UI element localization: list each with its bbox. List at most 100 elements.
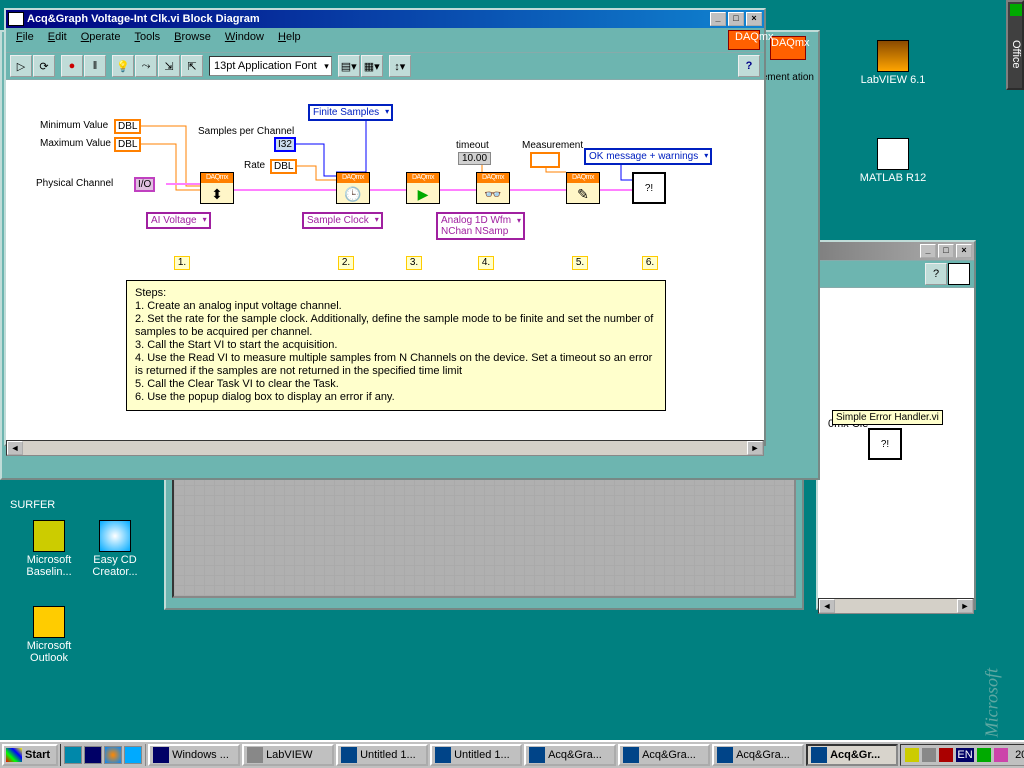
maximize-button[interactable]: □ — [938, 244, 954, 258]
tray-icon-1[interactable] — [905, 748, 919, 762]
labview-icon — [877, 40, 909, 72]
taskbtn-acq3[interactable]: Acq&Gra... — [712, 744, 804, 766]
abort-button[interactable]: ● — [61, 55, 83, 77]
step-marker-1: 1. — [174, 256, 190, 270]
step-marker-5: 5. — [572, 256, 588, 270]
taskbtn-acq1[interactable]: Acq&Gra... — [524, 744, 616, 766]
vi-icon — [811, 747, 827, 763]
menu-tools[interactable]: Tools — [128, 30, 166, 50]
menu-file[interactable]: File — [10, 30, 40, 50]
highlight-exec-button[interactable]: 💡 — [112, 55, 134, 77]
step-4: 4. Use the Read VI to measure multiple s… — [135, 352, 657, 378]
window-bd-background2[interactable]: _ □ × ? 0mx Cle Simple Error Handler.vi … — [816, 240, 976, 610]
steps-comment: Steps: 1. Create an analog input voltage… — [126, 280, 666, 411]
office-logo-icon — [1010, 4, 1022, 16]
const-max-value[interactable]: DBL — [114, 137, 141, 152]
reorder-button[interactable]: ↕▾ — [389, 55, 411, 77]
start-button[interactable]: Start — [2, 744, 58, 766]
close-button[interactable]: × — [746, 12, 762, 26]
const-timeout-value[interactable]: 10.00 — [458, 152, 491, 165]
ring-sample-clock[interactable]: Sample Clock — [302, 212, 383, 229]
label-samps: Samples per Channel — [198, 126, 294, 137]
taskbtn-untitled1a[interactable]: Untitled 1... — [336, 744, 428, 766]
app-icon — [247, 747, 263, 763]
pause-button[interactable]: ‖ — [84, 55, 106, 77]
steps-title: Steps: — [135, 287, 657, 300]
cd-icon — [99, 520, 131, 552]
ring-finite-samples[interactable]: Finite Samples — [308, 104, 393, 121]
step-into-button[interactable]: ⇲ — [158, 55, 180, 77]
node-create-channel[interactable]: DAQmx⬍ — [200, 172, 234, 204]
taskbtn-acq-active[interactable]: Acq&Gr... — [806, 744, 898, 766]
desktop-icon-mbsa[interactable]: Microsoft Baselin... — [14, 520, 84, 578]
ql-media-icon[interactable] — [104, 746, 122, 764]
desktop-icon-easycd[interactable]: Easy CD Creator... — [80, 520, 150, 578]
scrollbar-h-main[interactable]: ◄► — [6, 440, 764, 456]
font-selector[interactable]: 13pt Application Font — [209, 56, 332, 76]
system-tray: EN 20:49 — [900, 744, 1024, 766]
step-marker-4: 4. — [478, 256, 494, 270]
toolbar-main: ▷ ⟳ ● ‖ 💡 ⤳ ⇲ ⇱ 13pt Application Font ▤▾… — [6, 52, 764, 80]
ql-save-icon[interactable] — [84, 746, 102, 764]
tray-icon-5[interactable] — [977, 748, 991, 762]
const-samples[interactable]: I32 — [274, 137, 296, 152]
scrollbar-h-bg2[interactable]: ◄► — [818, 598, 974, 614]
vi-icon — [529, 747, 545, 763]
ring-read-type[interactable]: Analog 1D Wfm NChan NSamp — [436, 212, 525, 240]
taskbtn-windows[interactable]: Windows ... — [148, 744, 240, 766]
minimize-button[interactable]: _ — [920, 244, 936, 258]
ql-ie-icon[interactable] — [124, 746, 142, 764]
indicator-wfm[interactable] — [530, 152, 560, 168]
node-error-handler[interactable]: ?! — [632, 172, 666, 204]
desktop-icon-labview[interactable]: LabVIEW 6.1 — [858, 40, 928, 86]
align-button[interactable]: ▤▾ — [338, 55, 360, 77]
ql-desktop-icon[interactable] — [64, 746, 82, 764]
run-button[interactable]: ▷ — [10, 55, 32, 77]
ring-ok-message[interactable]: OK message + warnings — [584, 148, 712, 165]
help-button[interactable]: ? — [925, 263, 947, 285]
distribute-button[interactable]: ▦▾ — [361, 55, 383, 77]
context-help-button[interactable]: ? — [738, 55, 760, 77]
step-marker-2: 2. — [338, 256, 354, 270]
close-button[interactable]: × — [956, 244, 972, 258]
taskbtn-untitled1b[interactable]: Untitled 1... — [430, 744, 522, 766]
menu-browse[interactable]: Browse — [168, 30, 217, 50]
maximize-button[interactable]: □ — [728, 12, 744, 26]
run-continuous-button[interactable]: ⟳ — [33, 55, 55, 77]
titlebar-bg2[interactable]: _ □ × — [818, 242, 974, 260]
taskbtn-labview[interactable]: LabVIEW — [242, 744, 334, 766]
taskbtn-acq2[interactable]: Acq&Gra... — [618, 744, 710, 766]
minimize-button[interactable]: _ — [710, 12, 726, 26]
tray-icon-6[interactable] — [994, 748, 1008, 762]
node-sample-clock[interactable]: DAQmx🕒 — [336, 172, 370, 204]
node-start-task[interactable]: DAQmx▶ — [406, 172, 440, 204]
block-diagram-canvas[interactable]: Minimum Value DBL Maximum Value DBL Phys… — [6, 80, 764, 440]
const-min-value public[interactable]: DBL — [114, 119, 141, 134]
step-marker-3: 3. — [406, 256, 422, 270]
const-physical-channel[interactable]: I/O — [134, 177, 155, 192]
desktop-icon-matlab[interactable]: MATLAB R12 — [858, 138, 928, 184]
tray-icon-3[interactable] — [939, 748, 953, 762]
node-clear-task[interactable]: DAQmx✎ — [566, 172, 600, 204]
node-read[interactable]: DAQmx👓 — [476, 172, 510, 204]
retain-wire-button[interactable]: ⤳ — [135, 55, 157, 77]
menu-edit[interactable]: Edit — [42, 30, 73, 50]
step-5: 5. Call the Clear Task VI to clear the T… — [135, 378, 657, 391]
menu-operate[interactable]: Operate — [75, 30, 127, 50]
error-handler-node-bg[interactable]: ?! — [868, 428, 902, 460]
titlebar-main[interactable]: Acq&Graph Voltage-Int Clk.vi Block Diagr… — [6, 10, 764, 28]
desktop-icon-outlook[interactable]: Microsoft Outlook — [14, 606, 84, 664]
tray-clock[interactable]: 20:49 — [1015, 749, 1024, 761]
vi-icon — [341, 747, 357, 763]
daqmx-palette-button[interactable]: DAQmx — [728, 30, 760, 50]
step-over-button[interactable]: ⇱ — [181, 55, 203, 77]
menu-window[interactable]: Window — [219, 30, 270, 50]
office-shortcut-bar[interactable]: Office — [1006, 0, 1024, 90]
ring-ai-voltage[interactable]: AI Voltage — [146, 212, 211, 229]
menubar: File Edit Operate Tools Browse Window He… — [6, 28, 764, 52]
tray-lang-indicator[interactable]: EN — [956, 748, 974, 762]
menu-help[interactable]: Help — [272, 30, 307, 50]
icon-button[interactable] — [948, 263, 970, 285]
const-rate[interactable]: DBL — [270, 159, 297, 174]
tray-volume-icon[interactable] — [922, 748, 936, 762]
